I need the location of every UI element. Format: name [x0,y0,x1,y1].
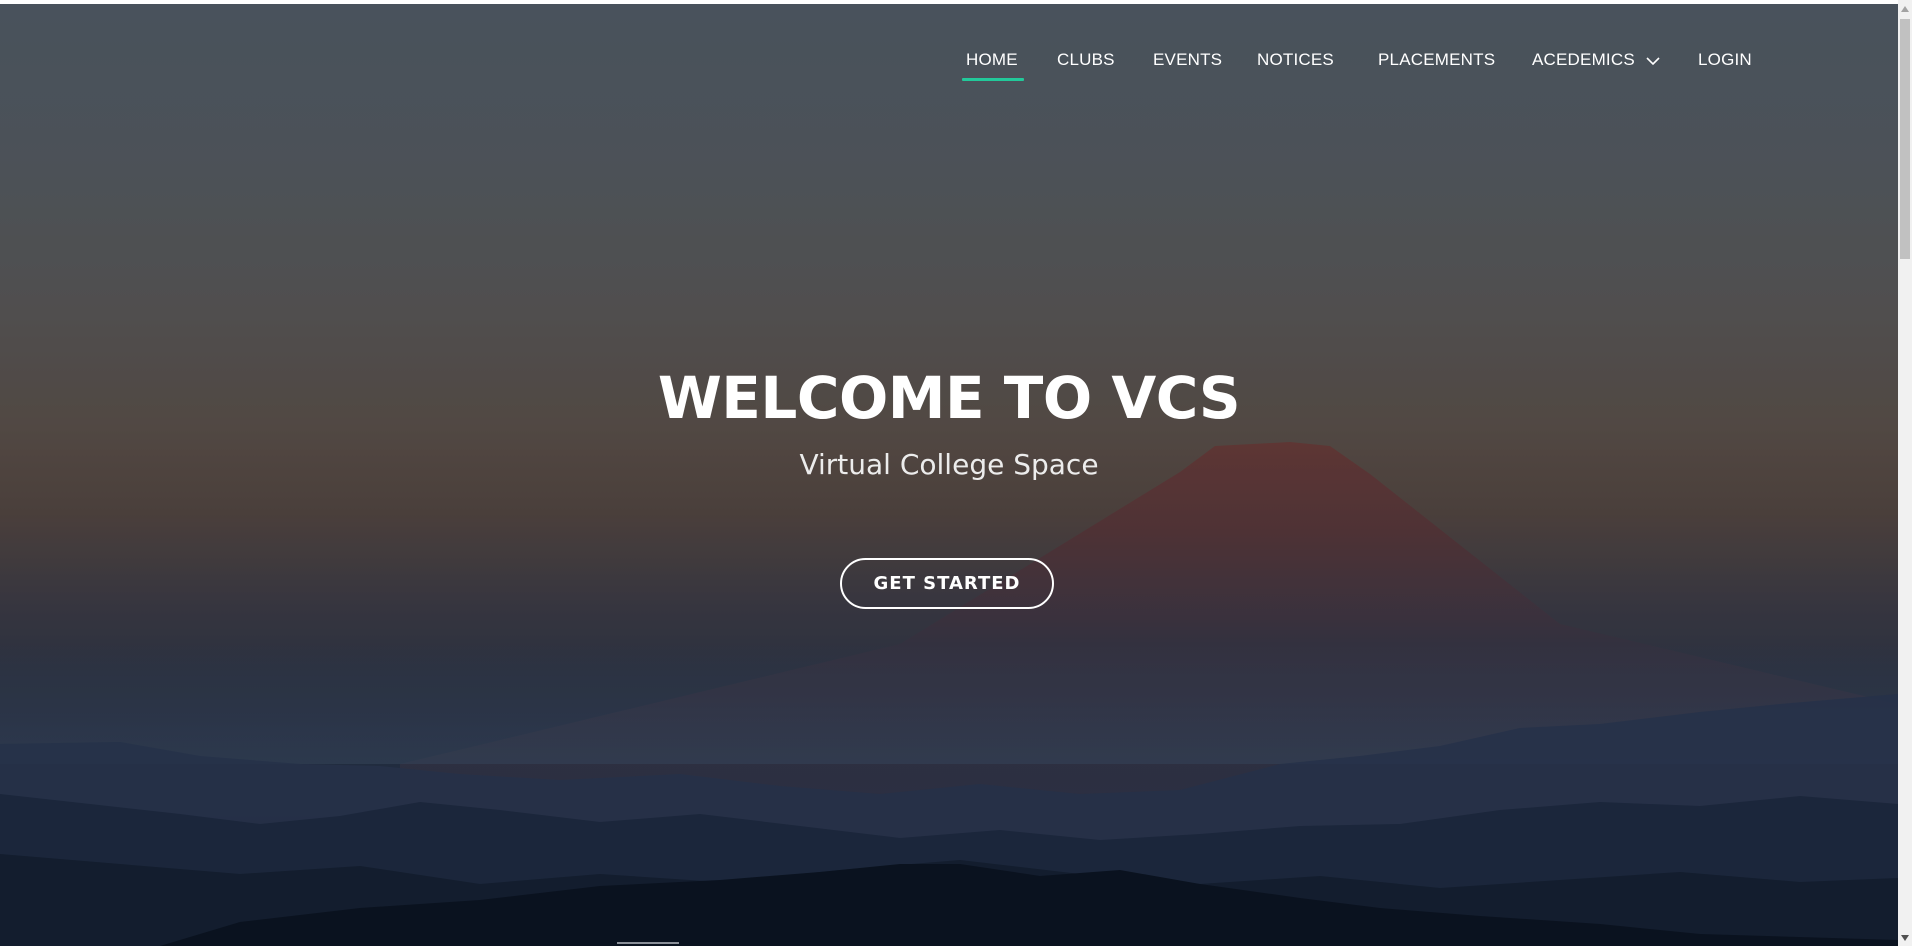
nav-item-home[interactable]: HOME [962,50,1024,81]
nav-item-placements[interactable]: PLACEMENTS [1378,50,1495,70]
get-started-button[interactable]: GET STARTED [840,558,1054,609]
hero-section: HOME CLUBS EVENTS NOTICES PLACEMENTS ACE… [0,4,1898,946]
hero-title: WELCOME TO VCS [657,364,1241,432]
nav-item-notices[interactable]: NOTICES [1257,50,1334,70]
nav-item-acedemics-label: ACEDEMICS [1532,50,1635,69]
nav-item-acedemics[interactable]: ACEDEMICS [1532,50,1660,70]
scroll-down-arrow-icon[interactable] [1898,929,1912,946]
scrollbar-thumb[interactable] [1900,19,1910,259]
scroll-indicator [617,942,679,944]
scroll-up-arrow-icon[interactable] [1898,0,1912,17]
page-viewport: HOME CLUBS EVENTS NOTICES PLACEMENTS ACE… [0,0,1898,946]
window-top-border [0,0,1912,4]
nav-item-clubs[interactable]: CLUBS [1057,50,1115,70]
main-navigation: HOME CLUBS EVENTS NOTICES PLACEMENTS ACE… [0,50,1898,90]
nav-item-login[interactable]: LOGIN [1698,50,1752,70]
nav-item-events[interactable]: EVENTS [1153,50,1222,70]
vertical-scrollbar[interactable] [1898,0,1912,946]
hero-subtitle: Virtual College Space [799,448,1099,481]
chevron-down-icon [1646,56,1660,65]
